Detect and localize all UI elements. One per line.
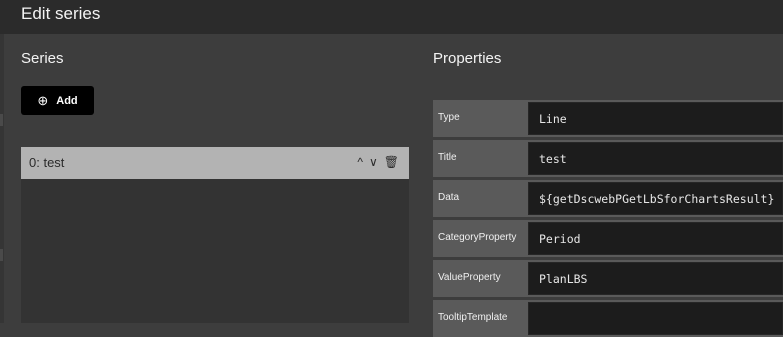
property-row-tooltiptemplate: TooltipTemplate [433, 300, 783, 337]
property-value-valueproperty[interactable]: PlanLBS [528, 262, 783, 295]
property-row-categoryproperty: CategoryProperty Period [433, 220, 783, 257]
add-button-label: Add [56, 94, 78, 107]
property-label: Data [438, 192, 460, 203]
delete-icon[interactable]: 🗑 [384, 155, 399, 169]
add-series-button[interactable]: ⊕ Add [21, 86, 94, 115]
series-heading: Series [21, 50, 64, 67]
property-row-valueproperty: ValueProperty PlanLBS [433, 260, 783, 297]
property-row-title: Title test [433, 140, 783, 177]
left-edge-strip [0, 34, 4, 323]
edge-marker [0, 249, 3, 261]
move-up-icon[interactable]: ^ [357, 155, 363, 169]
property-value-type[interactable]: Line [528, 102, 783, 135]
properties-heading: Properties [433, 50, 502, 67]
property-label: Type [438, 112, 460, 123]
edge-marker [0, 114, 3, 126]
series-item-label: 0: test [29, 155, 65, 170]
properties-table: Type Line Title test Data ${getDscwebPGe… [433, 100, 783, 337]
series-item[interactable]: 0: test ^ ∨ 🗑 [21, 147, 409, 179]
property-label: Title [438, 152, 457, 163]
property-row-data: Data ${getDscwebPGetLbSforChartsResult} [433, 180, 783, 217]
property-label: ValueProperty [438, 272, 501, 283]
property-label: CategoryProperty [438, 232, 517, 243]
property-value-data[interactable]: ${getDscwebPGetLbSforChartsResult} [528, 182, 783, 215]
property-label: TooltipTemplate [438, 312, 508, 323]
property-value-tooltiptemplate[interactable] [528, 302, 783, 335]
plus-circle-icon: ⊕ [37, 92, 49, 108]
dialog-titlebar: Edit series [0, 0, 783, 34]
property-value-title[interactable]: test [528, 142, 783, 175]
dialog-title: Edit series [21, 4, 101, 23]
series-list: 0: test ^ ∨ 🗑 [21, 147, 409, 323]
property-value-categoryproperty[interactable]: Period [528, 222, 783, 255]
move-down-icon[interactable]: ∨ [369, 155, 378, 169]
property-row-type: Type Line [433, 100, 783, 137]
